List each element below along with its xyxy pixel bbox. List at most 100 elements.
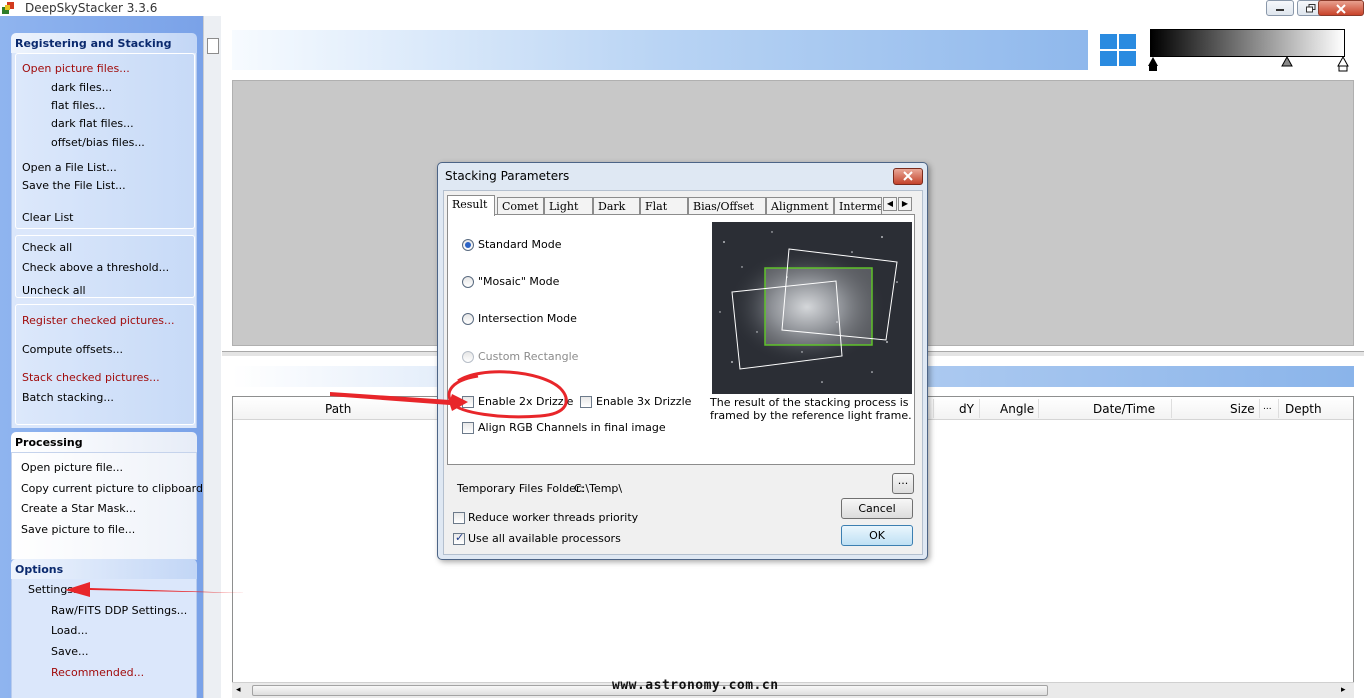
browse-folder-button[interactable]: ... [892, 473, 914, 494]
registering-body: Open picture files... dark files... flat… [11, 53, 197, 428]
processing-header: Processing [11, 432, 197, 452]
horizontal-scrollbar[interactable]: ◂ ▸ [232, 682, 1354, 698]
drizzle-3x-checkbox[interactable] [580, 396, 592, 408]
tab-alignment[interactable]: Alignment [766, 197, 834, 215]
save-settings-link[interactable]: Save... [51, 645, 89, 658]
dialog-title: Stacking Parameters [445, 169, 570, 183]
registering-header: Registering and Stacking [11, 33, 197, 53]
processing-body: Open picture file... Copy current pictur… [11, 452, 203, 560]
drizzle-3x-label[interactable]: Enable 3x Drizzle [596, 395, 691, 408]
column-angle[interactable]: Angle [1000, 402, 1034, 416]
result-tab-panel: Standard Mode "Mosaic" Mode Intersection… [447, 214, 915, 465]
custom-rectangle-label: Custom Rectangle [478, 350, 579, 363]
standard-mode-radio[interactable] [462, 239, 474, 251]
use-all-processors-label[interactable]: Use all available processors [468, 532, 621, 545]
uncheck-all-link[interactable]: Uncheck all [22, 284, 86, 297]
process-subgroup: Register checked pictures... Compute off… [15, 304, 195, 425]
flat-files-link[interactable]: flat files... [51, 99, 105, 112]
copy-to-clipboard-link[interactable]: Copy current picture to clipboard [21, 482, 203, 495]
dark-flat-files-link[interactable]: dark flat files... [51, 117, 134, 130]
cancel-button[interactable]: Cancel [841, 498, 913, 519]
options-group: Options Settings... Raw/FITS DDP Setting… [11, 559, 197, 698]
tab-comet[interactable]: Comet [497, 197, 544, 215]
scroll-right-icon[interactable]: ▸ [1341, 685, 1346, 695]
open-picture-file-link[interactable]: Open picture file... [21, 461, 123, 474]
drizzle-2x-label[interactable]: Enable 2x Drizzle [478, 395, 573, 408]
processing-group: Processing Open picture file... Copy cur… [11, 432, 203, 560]
tab-dark[interactable]: Dark [593, 197, 640, 215]
vertical-scrollbar[interactable] [203, 16, 221, 698]
standard-mode-label[interactable]: Standard Mode [478, 238, 562, 251]
tab-strip: Result Comet Light Dark Flat Bias/Offset… [447, 195, 917, 216]
watermark: www.astronomy.com.cn [612, 678, 779, 693]
windows-logo-icon [1100, 34, 1136, 66]
settings-link[interactable]: Settings... [28, 583, 84, 596]
mosaic-mode-label[interactable]: "Mosaic" Mode [478, 275, 559, 288]
raw-fits-settings-link[interactable]: Raw/FITS DDP Settings... [51, 604, 187, 617]
mosaic-mode-radio[interactable] [462, 276, 474, 288]
use-all-processors-checkbox[interactable] [453, 531, 465, 545]
tab-scroll-left-icon[interactable]: ◀ [883, 197, 897, 211]
reduce-threads-label[interactable]: Reduce worker threads priority [468, 511, 638, 524]
save-file-list-link[interactable]: Save the File List... [22, 179, 126, 192]
save-picture-link[interactable]: Save picture to file... [21, 523, 135, 536]
tab-bias-offset[interactable]: Bias/Offset [688, 197, 766, 215]
tab-result[interactable]: Result [447, 195, 495, 216]
ok-button[interactable]: OK [841, 525, 913, 546]
intersection-mode-radio[interactable] [462, 313, 474, 325]
column-truncated[interactable]: ... [1263, 402, 1272, 412]
dialog-close-button[interactable] [893, 168, 923, 185]
temp-folder-label: Temporary Files Folder: [457, 482, 584, 495]
check-threshold-link[interactable]: Check above a threshold... [22, 261, 169, 274]
recommended-settings-link[interactable]: Recommended... [51, 666, 144, 679]
column-path[interactable]: Path [325, 402, 351, 416]
reduce-threads-checkbox[interactable] [453, 512, 465, 524]
batch-stacking-link[interactable]: Batch stacking... [22, 391, 114, 404]
white-point-slider-icon[interactable] [1337, 56, 1349, 72]
options-body: Settings... Raw/FITS DDP Settings... Loa… [11, 579, 197, 698]
clear-list-link[interactable]: Clear List [22, 211, 74, 224]
column-dy[interactable]: dY [959, 402, 974, 416]
stacking-preview-image [712, 222, 912, 394]
offset-bias-files-link[interactable]: offset/bias files... [51, 136, 145, 149]
tab-intermediate[interactable]: Intermediate [834, 197, 882, 215]
load-settings-link[interactable]: Load... [51, 624, 88, 637]
dialog-body: Result Comet Light Dark Flat Bias/Offset… [443, 190, 923, 555]
column-size[interactable]: Size [1230, 402, 1255, 416]
files-subgroup: Open picture files... dark files... flat… [15, 53, 195, 229]
column-depth[interactable]: Depth [1285, 402, 1322, 416]
midtone-slider-icon[interactable] [1281, 56, 1293, 68]
register-checked-link[interactable]: Register checked pictures... [22, 314, 175, 327]
open-file-list-link[interactable]: Open a File List... [22, 161, 117, 174]
intersection-mode-label[interactable]: Intersection Mode [478, 312, 577, 325]
column-datetime[interactable]: Date/Time [1093, 402, 1155, 416]
drizzle-2x-checkbox[interactable] [462, 396, 474, 408]
align-rgb-label[interactable]: Align RGB Channels in final image [478, 421, 666, 434]
window-title: DeepSkyStacker 3.3.6 [25, 1, 158, 15]
app-icon [2, 2, 14, 14]
close-button[interactable] [1318, 0, 1364, 16]
stacking-parameters-dialog: Stacking Parameters Result Comet Light D… [437, 162, 928, 560]
dark-files-link[interactable]: dark files... [51, 81, 112, 94]
black-point-slider-icon[interactable] [1147, 56, 1159, 72]
stack-checked-link[interactable]: Stack checked pictures... [22, 371, 160, 384]
tab-light[interactable]: Light [544, 197, 593, 215]
preview-caption: The result of the stacking process is fr… [710, 396, 912, 422]
scroll-thumb[interactable] [207, 38, 219, 54]
check-all-link[interactable]: Check all [22, 241, 72, 254]
temp-folder-value: C:\Temp\ [574, 482, 623, 495]
scroll-left-icon[interactable]: ◂ [236, 685, 241, 695]
registering-group: Registering and Stacking Open picture fi… [11, 33, 197, 428]
histogram-gradient[interactable] [1150, 29, 1345, 57]
check-subgroup: Check all Check above a threshold... Unc… [15, 235, 195, 298]
minimize-button[interactable] [1266, 0, 1294, 16]
compute-offsets-link[interactable]: Compute offsets... [22, 343, 123, 356]
task-pane: Registering and Stacking Open picture fi… [0, 16, 203, 698]
align-rgb-checkbox[interactable] [462, 422, 474, 434]
open-picture-files-link[interactable]: Open picture files... [22, 62, 130, 75]
tab-scroll-right-icon[interactable]: ▶ [898, 197, 912, 211]
close-icon [903, 171, 913, 181]
tab-flat[interactable]: Flat [640, 197, 688, 215]
options-header: Options [11, 559, 197, 579]
create-star-mask-link[interactable]: Create a Star Mask... [21, 502, 136, 515]
